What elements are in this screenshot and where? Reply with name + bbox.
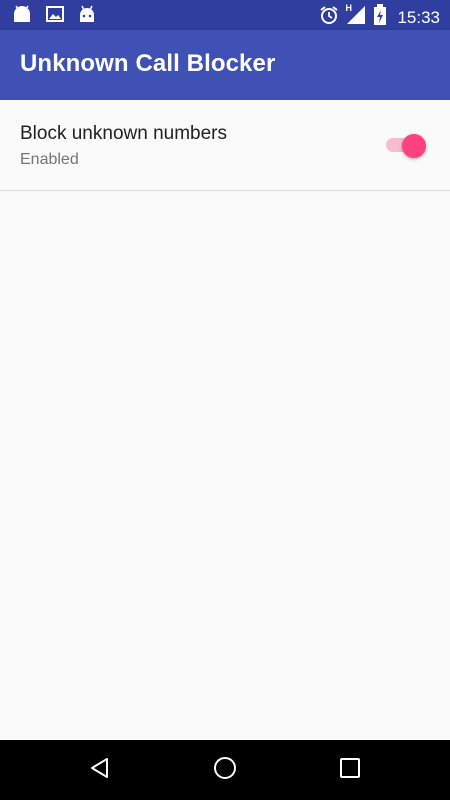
home-icon: [212, 755, 238, 786]
home-button[interactable]: [210, 755, 240, 785]
app-title: Unknown Call Blocker: [20, 50, 276, 77]
status-bar: H 15:33: [0, 0, 450, 30]
back-icon: [88, 756, 112, 785]
navigation-bar: [0, 740, 450, 800]
android-icon: [12, 5, 32, 28]
android-debug-icon: [78, 5, 96, 28]
signal-icon: H: [345, 3, 367, 30]
image-icon: [46, 5, 64, 28]
recents-icon: [339, 757, 361, 784]
back-button[interactable]: [85, 755, 115, 785]
divider: [0, 190, 450, 191]
clock: 15:33: [397, 7, 440, 27]
app-bar: Unknown Call Blocker: [0, 30, 450, 100]
alarm-icon: [319, 5, 339, 30]
preference-title: Block unknown numbers: [20, 123, 227, 144]
notification-icons: [12, 5, 96, 28]
system-status-icons: H 15:33: [319, 3, 440, 31]
preference-summary: Enabled: [20, 151, 79, 168]
preference-block-unknown[interactable]: Block unknown numbers Enabled: [0, 100, 450, 190]
recents-button[interactable]: [335, 755, 365, 785]
switch-thumb: [402, 134, 426, 158]
block-unknown-switch[interactable]: [386, 134, 428, 158]
network-type-label: H: [345, 3, 352, 13]
battery-charging-icon: [373, 4, 387, 31]
